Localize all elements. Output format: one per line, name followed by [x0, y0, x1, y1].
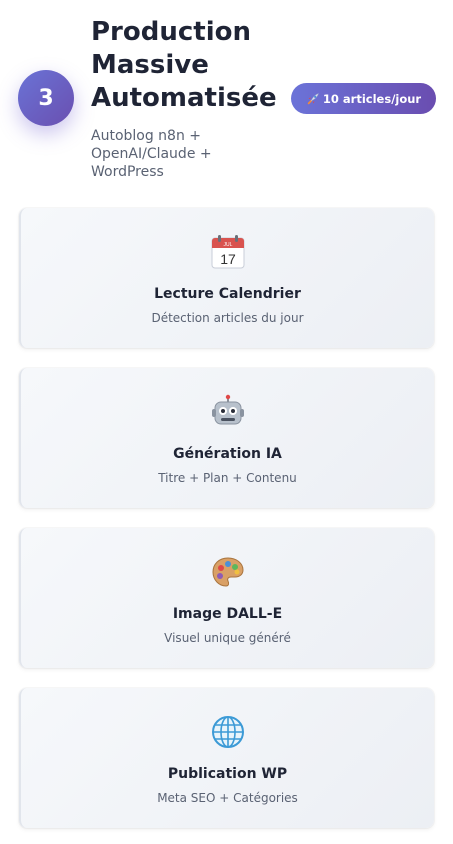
workflow-card-list: JUL 17 Lecture Calendrier Détection arti…	[19, 208, 434, 844]
step-title: Production Massive Automatisée	[91, 17, 277, 113]
card-title: Publication WP	[167, 766, 288, 782]
rocket-icon	[307, 92, 319, 104]
globe-icon	[211, 716, 244, 748]
calendar-icon: JUL 17	[211, 235, 244, 269]
step-number: 3	[38, 85, 54, 111]
palette-icon	[211, 557, 244, 587]
step-subtitle: Autoblog n8n + OpenAI/Claude + WordPress	[91, 128, 212, 180]
workflow-card-calendar: JUL 17 Lecture Calendrier Détection arti…	[19, 208, 434, 348]
step-number-circle: 3	[18, 70, 74, 126]
workflow-card-publication: Publication WP Meta SEO + Catégories	[19, 688, 434, 828]
card-description: Détection articles du jour	[151, 311, 304, 325]
badge-label: 10 articles/jour	[322, 91, 422, 106]
card-description: Titre + Plan + Contenu	[158, 471, 297, 485]
calendar-month-text: JUL	[223, 242, 232, 248]
card-title: Génération IA	[173, 446, 282, 462]
step-section: 3 Production Massive Automatisée Autoblo…	[0, 0, 453, 844]
workflow-card-ai-generation: Génération IA Titre + Plan + Contenu	[19, 368, 434, 508]
articles-per-day-badge: 10 articles/jour	[291, 83, 436, 114]
robot-icon	[211, 394, 244, 425]
workflow-card-image: Image DALL-E Visuel unique généré	[19, 528, 434, 668]
card-title: Image DALL-E	[172, 606, 283, 622]
card-description: Meta SEO + Catégories	[157, 791, 298, 805]
card-title: Lecture Calendrier	[154, 286, 301, 302]
card-description: Visuel unique généré	[164, 631, 291, 645]
calendar-day-text: 17	[220, 251, 236, 267]
